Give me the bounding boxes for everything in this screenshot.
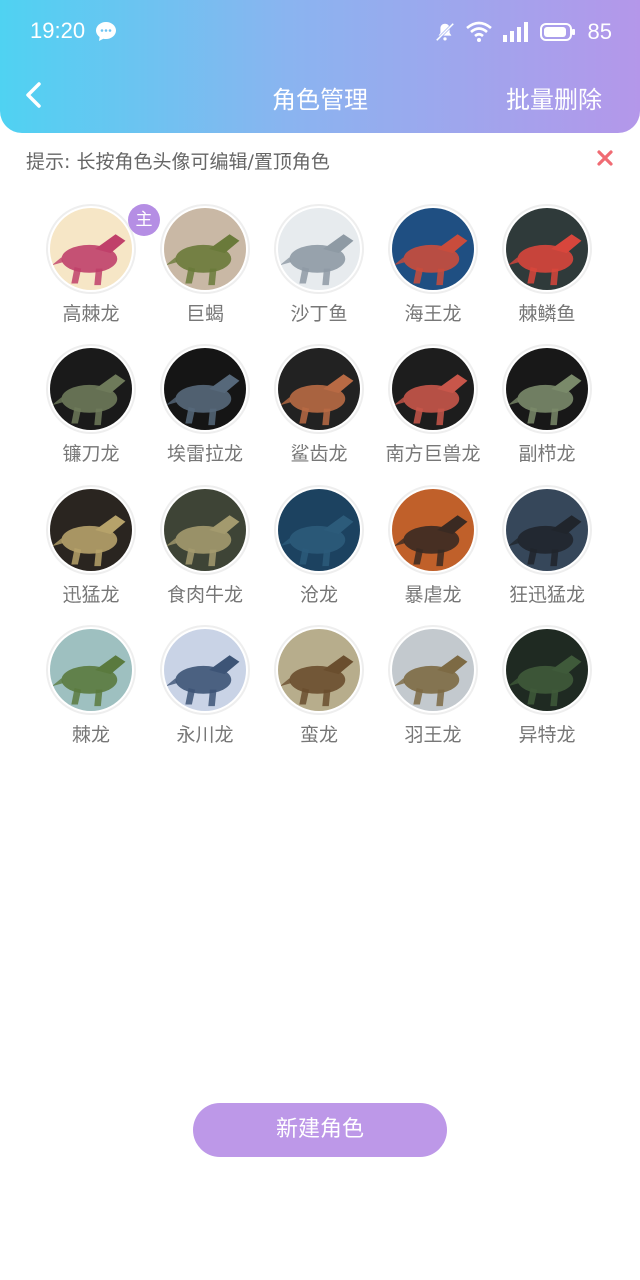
role-name: 蛮龙 bbox=[299, 724, 338, 746]
role-name: 鲨齿龙 bbox=[290, 443, 348, 465]
role-name: 棘鳞鱼 bbox=[518, 303, 576, 325]
dinosaur-image bbox=[164, 629, 246, 711]
batch-delete-button[interactable]: 批量删除 bbox=[506, 80, 602, 115]
role-name: 狂迅猛龙 bbox=[508, 584, 585, 606]
signal-icon bbox=[502, 22, 528, 42]
new-role-button[interactable]: 新建角色 bbox=[193, 1103, 447, 1157]
role-name: 沙丁鱼 bbox=[290, 303, 348, 325]
role-item[interactable]: 海王龙 bbox=[373, 204, 493, 334]
dinosaur-image bbox=[506, 489, 588, 571]
role-item[interactable]: 镰刀龙 bbox=[31, 344, 151, 474]
dinosaur-image bbox=[50, 348, 132, 430]
hint-bar: 提示: 长按角色头像可编辑/置顶角色 bbox=[26, 147, 616, 173]
role-name: 副栉龙 bbox=[518, 443, 576, 465]
role-name: 海王龙 bbox=[404, 303, 462, 325]
close-icon[interactable] bbox=[596, 149, 614, 167]
role-avatar[interactable] bbox=[274, 625, 364, 715]
dinosaur-image bbox=[164, 489, 246, 571]
role-name: 羽王龙 bbox=[404, 724, 462, 746]
role-item[interactable]: 食肉牛龙 bbox=[145, 485, 265, 615]
role-name: 棘龙 bbox=[71, 724, 110, 746]
role-item[interactable]: 蛮龙 bbox=[259, 625, 379, 755]
role-avatar[interactable] bbox=[502, 344, 592, 434]
role-item[interactable]: 高棘龙主 bbox=[31, 204, 160, 334]
dinosaur-image bbox=[506, 208, 588, 290]
role-item[interactable]: 南方巨兽龙 bbox=[373, 344, 493, 474]
role-item[interactable]: 埃雷拉龙 bbox=[145, 344, 265, 474]
battery-level: 85 bbox=[587, 19, 612, 44]
role-avatar[interactable] bbox=[502, 485, 592, 575]
role-avatar[interactable] bbox=[388, 485, 478, 575]
role-name: 沧龙 bbox=[299, 584, 338, 606]
role-avatar[interactable] bbox=[160, 344, 250, 434]
dinosaur-image bbox=[392, 208, 474, 290]
role-avatar[interactable] bbox=[502, 625, 592, 715]
role-item[interactable]: 狂迅猛龙 bbox=[487, 485, 607, 615]
role-item[interactable]: 鲨齿龙 bbox=[259, 344, 379, 474]
role-avatar[interactable] bbox=[388, 344, 478, 434]
dinosaur-image bbox=[278, 629, 360, 711]
role-item[interactable]: 巨蝎 bbox=[145, 204, 265, 334]
role-avatar[interactable] bbox=[388, 625, 478, 715]
role-item[interactable]: 羽王龙 bbox=[373, 625, 493, 755]
role-avatar[interactable] bbox=[46, 485, 136, 575]
role-avatar[interactable] bbox=[388, 204, 478, 294]
role-name: 高棘龙 bbox=[62, 303, 120, 325]
role-avatar[interactable] bbox=[46, 204, 136, 294]
role-avatar[interactable] bbox=[46, 625, 136, 715]
role-item[interactable]: 副栉龙 bbox=[487, 344, 607, 474]
hint-text: 提示: 长按角色头像可编辑/置顶角色 bbox=[26, 151, 330, 173]
role-avatar[interactable] bbox=[274, 485, 364, 575]
dinosaur-image bbox=[392, 348, 474, 430]
role-avatar[interactable] bbox=[274, 204, 364, 294]
role-item[interactable]: 棘龙 bbox=[31, 625, 151, 755]
dinosaur-image bbox=[278, 489, 360, 571]
dinosaur-image bbox=[506, 629, 588, 711]
battery-icon bbox=[539, 23, 575, 41]
dinosaur-image bbox=[392, 629, 474, 711]
role-item[interactable]: 暴虐龙 bbox=[373, 485, 493, 615]
role-avatar[interactable] bbox=[160, 625, 250, 715]
role-avatar[interactable] bbox=[46, 344, 136, 434]
status-time: 19:20 bbox=[30, 18, 86, 43]
role-avatar[interactable] bbox=[502, 204, 592, 294]
role-item[interactable]: 沧龙 bbox=[259, 485, 379, 615]
role-name: 暴虐龙 bbox=[404, 584, 462, 606]
dinosaur-image bbox=[50, 208, 132, 290]
role-item[interactable]: 棘鳞鱼 bbox=[487, 204, 607, 334]
role-name: 异特龙 bbox=[518, 724, 576, 746]
dinosaur-image bbox=[50, 489, 132, 571]
role-item[interactable]: 异特龙 bbox=[487, 625, 607, 755]
role-item[interactable]: 沙丁鱼 bbox=[259, 204, 379, 334]
role-item[interactable]: 迅猛龙 bbox=[31, 485, 151, 615]
dinosaur-image bbox=[506, 348, 588, 430]
role-avatar[interactable] bbox=[160, 204, 250, 294]
role-avatar[interactable] bbox=[160, 485, 250, 575]
status-bar: 19:20 85 bbox=[0, 0, 640, 64]
status-icons: 85 bbox=[434, 18, 612, 46]
role-avatar[interactable] bbox=[274, 344, 364, 434]
role-name: 巨蝎 bbox=[185, 303, 224, 325]
dinosaur-image bbox=[278, 348, 360, 430]
dinosaur-image bbox=[164, 208, 246, 290]
chat-icon bbox=[96, 22, 116, 41]
header-bar: 19:20 85 角色管理 批量删除 bbox=[0, 0, 640, 133]
dinosaur-image bbox=[50, 629, 132, 711]
role-name: 镰刀龙 bbox=[62, 443, 120, 465]
role-item[interactable]: 永川龙 bbox=[145, 625, 265, 755]
mute-bell-icon bbox=[435, 22, 454, 42]
role-name: 永川龙 bbox=[176, 724, 234, 746]
wifi-icon bbox=[465, 21, 492, 42]
role-name: 南方巨兽龙 bbox=[385, 443, 481, 465]
role-name: 食肉牛龙 bbox=[166, 584, 243, 606]
role-name: 迅猛龙 bbox=[62, 584, 120, 606]
dinosaur-image bbox=[278, 208, 360, 290]
dinosaur-image bbox=[392, 489, 474, 571]
dinosaur-image bbox=[164, 348, 246, 430]
role-name: 埃雷拉龙 bbox=[166, 443, 243, 465]
